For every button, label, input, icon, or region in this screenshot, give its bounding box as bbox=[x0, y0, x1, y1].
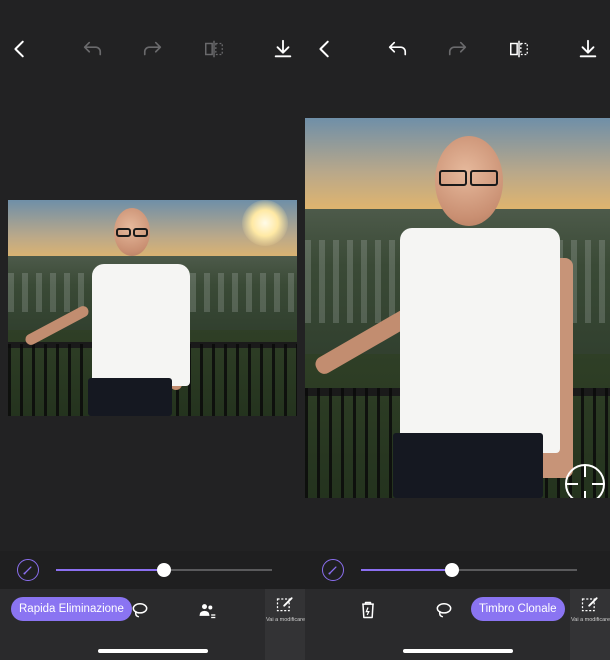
download-icon[interactable] bbox=[576, 38, 600, 60]
redo-icon[interactable] bbox=[141, 38, 165, 60]
lasso-icon[interactable] bbox=[433, 599, 455, 621]
brush-icon[interactable] bbox=[322, 559, 344, 581]
home-indicator bbox=[97, 649, 208, 653]
edit-label: Vai a modificare bbox=[571, 617, 610, 623]
image-canvas[interactable] bbox=[305, 100, 610, 550]
edit-shortcut[interactable]: Vai a modificare bbox=[265, 589, 305, 660]
undo-icon[interactable] bbox=[385, 38, 409, 60]
back-chevron-icon[interactable] bbox=[8, 38, 32, 60]
people-remove-icon[interactable] bbox=[196, 599, 218, 621]
compare-icon[interactable] bbox=[202, 38, 226, 60]
clone-source-target-icon[interactable] bbox=[563, 462, 607, 498]
undo-icon[interactable] bbox=[80, 38, 104, 60]
top-toolbar bbox=[305, 0, 610, 100]
home-indicator bbox=[402, 649, 513, 653]
edit-selection-icon bbox=[274, 593, 296, 615]
eraser-bin-icon[interactable] bbox=[357, 599, 379, 621]
photo-zoomed bbox=[305, 118, 610, 498]
timbro-clonale-button[interactable]: Timbro Clonale bbox=[471, 597, 565, 621]
edit-label: Vai a modificare bbox=[266, 617, 305, 623]
edit-shortcut[interactable]: Vai a modificare bbox=[570, 589, 610, 660]
brush-size-row bbox=[0, 551, 305, 589]
lasso-icon[interactable] bbox=[129, 599, 151, 621]
brush-size-slider[interactable] bbox=[361, 563, 577, 577]
brush-size-slider[interactable] bbox=[56, 563, 272, 577]
edit-selection-icon bbox=[579, 593, 601, 615]
image-canvas[interactable] bbox=[0, 100, 305, 550]
back-chevron-icon[interactable] bbox=[313, 38, 337, 60]
left-editor-panel: Rapida Eliminazione Vai a modificare bbox=[0, 0, 305, 660]
slider-knob[interactable] bbox=[157, 563, 171, 577]
download-icon[interactable] bbox=[271, 38, 295, 60]
compare-icon[interactable] bbox=[507, 38, 531, 60]
right-editor-panel: Timbro Clonale Vai a modificare bbox=[305, 0, 610, 660]
bottom-toolbar: Rapida Eliminazione Vai a modificare bbox=[0, 589, 305, 660]
brush-icon[interactable] bbox=[17, 559, 39, 581]
rapida-eliminazione-button[interactable]: Rapida Eliminazione bbox=[11, 597, 132, 621]
slider-knob[interactable] bbox=[444, 563, 459, 577]
photo bbox=[8, 200, 297, 416]
brush-size-row bbox=[305, 551, 610, 589]
bottom-toolbar: Timbro Clonale Vai a modificare bbox=[305, 589, 610, 660]
redo-icon[interactable] bbox=[446, 38, 470, 60]
top-toolbar bbox=[0, 0, 305, 100]
